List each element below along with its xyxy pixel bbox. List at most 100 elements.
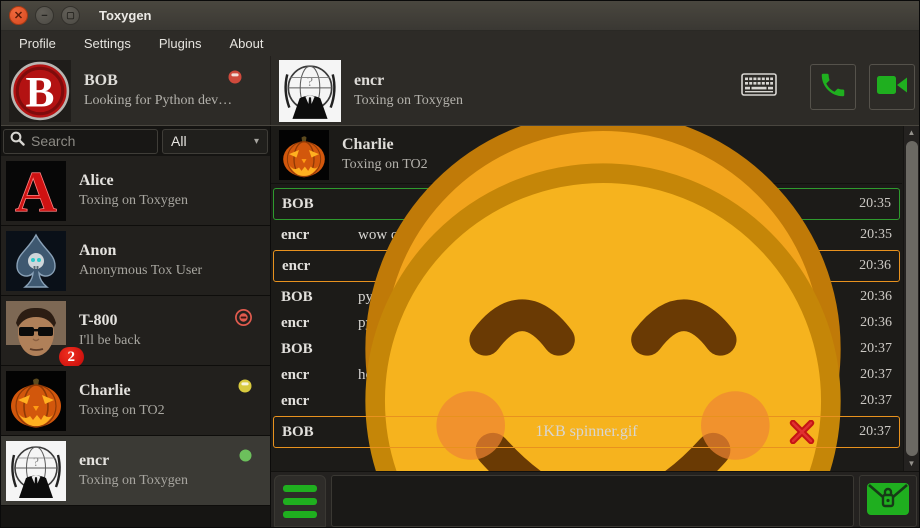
sidebar: All ▾ A Alice Toxing on Toxygen Anon Ano… [1, 126, 271, 527]
encrypted-envelope-icon [866, 482, 910, 521]
keyboard-icon [741, 73, 777, 101]
message-author: encr [281, 367, 358, 384]
decline-file-button[interactable] [789, 420, 815, 444]
close-icon: ✕ [14, 9, 23, 22]
screen-keyboard-button[interactable] [741, 73, 777, 101]
contact-name: T-800 [79, 312, 141, 330]
contact-row-alice[interactable]: A Alice Toxing on Toxygen [1, 156, 270, 226]
message-author: encr [281, 227, 358, 244]
search-input[interactable] [31, 133, 151, 149]
chat-panel: Charlie Toxing on TO2 BOB 6KB toxygen_in… [271, 126, 919, 527]
message-author: encr [282, 258, 359, 275]
hamburger-icon [283, 485, 317, 492]
contact-row-encr[interactable]: ? encr Toxing on Toxygen [1, 436, 270, 506]
peer-header: ? encr Toxing on Toxygen [271, 56, 919, 125]
window-maximize-button[interactable]: ▢ [61, 6, 80, 25]
file-transfer-row[interactable]: BOB 1KB spinner.gif20:37 [273, 416, 900, 448]
search-row: All ▾ [1, 126, 270, 156]
message-timestamp: 20:37 [848, 367, 892, 383]
self-status-message: Looking for Python dev… [84, 93, 232, 109]
audio-call-button[interactable] [810, 64, 856, 110]
filter-value: All [171, 133, 187, 149]
message-timestamp: 20:35 [848, 227, 892, 243]
composer [271, 471, 919, 527]
chat-scrollbar[interactable]: ▲ ▼ [903, 126, 919, 471]
titlebar: ✕ − ▢ Toxygen [1, 1, 919, 31]
message-author: encr [281, 315, 358, 332]
message-author: BOB [281, 289, 358, 306]
video-call-button[interactable] [869, 64, 915, 110]
window-title: Toxygen [99, 8, 152, 23]
video-camera-icon [876, 73, 908, 102]
message-history: Charlie Toxing on TO2 BOB 6KB toxygen_in… [271, 126, 919, 471]
contact-name: encr [79, 452, 188, 470]
chevron-down-icon: ▾ [254, 136, 259, 147]
message-timestamp: 20:37 [848, 393, 892, 409]
message-timestamp: 20:36 [847, 258, 891, 274]
send-message-button[interactable] [859, 475, 917, 527]
message-input[interactable] [331, 475, 854, 527]
anonymous-avatar: ? [279, 60, 341, 122]
spade-skull-avatar [6, 231, 66, 291]
busy-unread-status-icon [235, 309, 252, 326]
contact-status-message: Toxing on TO2 [79, 403, 165, 419]
contact-status-message: Toxing on Toxygen [79, 473, 188, 489]
peer-name: encr [354, 72, 463, 90]
letter-b-avatar: B [9, 60, 71, 122]
message-timestamp: 20:36 [848, 315, 892, 331]
contact-status-message: I'll be back [79, 333, 141, 349]
contact-list: A Alice Toxing on Toxygen Anon Anonymous… [1, 156, 270, 527]
svg-text:B: B [26, 68, 55, 116]
busy-status-icon [228, 70, 242, 84]
contact-row-charlie[interactable]: Charlie Toxing on TO2 [1, 366, 270, 436]
message-author: BOB [282, 424, 359, 441]
pumpkin-avatar [279, 130, 329, 180]
message-list: BOB 6KB toxygen_inline.png20:35 encr wow… [271, 184, 902, 448]
search-icon [10, 131, 25, 151]
contact-row-anon[interactable]: Anon Anonymous Tox User [1, 226, 270, 296]
contact-status-message: Toxing on Toxygen [79, 193, 188, 209]
phone-icon [818, 70, 848, 105]
scroll-up-icon[interactable]: ▲ [908, 126, 916, 140]
contact-filter-dropdown[interactable]: All ▾ [162, 129, 268, 154]
menubar: Profile Settings Plugins About [1, 31, 919, 56]
svg-text:?: ? [33, 454, 39, 469]
menu-settings[interactable]: Settings [70, 33, 145, 54]
terminator-avatar: 2 [6, 301, 66, 361]
chat-menu-button[interactable] [274, 475, 326, 527]
peer-status-message: Toxing on Toxygen [354, 93, 463, 109]
self-name: BOB [84, 72, 232, 90]
svg-text:?: ? [307, 73, 313, 88]
window-close-button[interactable]: ✕ [9, 6, 28, 25]
toxygen-window: ✕ − ▢ Toxygen Profile Settings Plugins A… [0, 0, 920, 528]
menu-profile[interactable]: Profile [5, 33, 70, 54]
message-timestamp: 20:36 [848, 289, 892, 305]
maximize-icon: ▢ [66, 10, 75, 21]
away-status-icon [238, 379, 252, 393]
message-timestamp: 20:35 [847, 196, 891, 212]
contact-name: Alice [79, 172, 188, 190]
message-timestamp: 20:37 [847, 424, 891, 440]
window-minimize-button[interactable]: − [35, 6, 54, 25]
message-author: encr [281, 393, 358, 410]
pumpkin-avatar [6, 371, 66, 431]
menu-about[interactable]: About [215, 33, 277, 54]
scroll-down-icon[interactable]: ▼ [908, 457, 916, 471]
unread-count-badge: 2 [59, 347, 85, 367]
contact-name: Charlie [79, 382, 165, 400]
scrollbar-thumb[interactable] [906, 141, 918, 456]
letter-a-avatar: A [6, 161, 66, 221]
message-row[interactable]: encr 20:37 [273, 388, 900, 414]
message-author: BOB [281, 341, 358, 358]
contact-status-message: Anonymous Tox User [79, 263, 202, 279]
contact-name: Anon [79, 242, 202, 260]
minimize-icon: − [41, 10, 47, 22]
message-author: BOB [282, 196, 359, 213]
self-profile[interactable]: B BOB Looking for Python dev… [1, 56, 271, 125]
menu-plugins[interactable]: Plugins [145, 33, 216, 54]
anonymous-avatar: ? [6, 441, 66, 501]
online-status-icon [239, 449, 252, 462]
contact-row-t-800[interactable]: 2 T-800 I'll be back [1, 296, 270, 366]
message-timestamp: 20:37 [848, 341, 892, 357]
topbar: B BOB Looking for Python dev… ? encr Tox… [1, 56, 919, 126]
